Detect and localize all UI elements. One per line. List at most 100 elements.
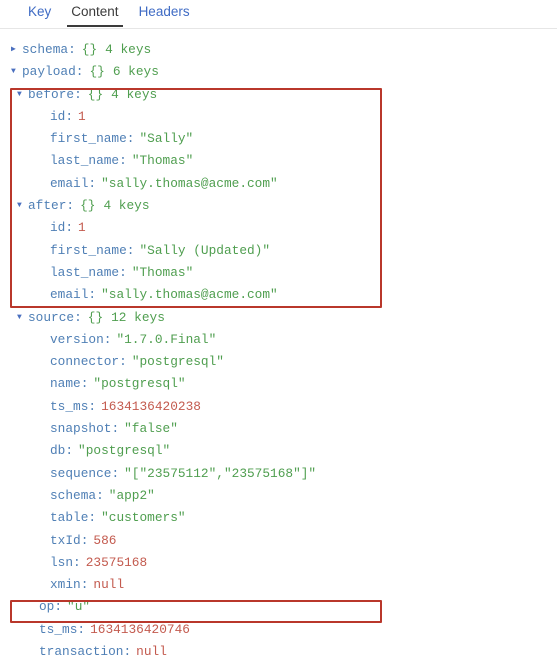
- json-object-braces: {}: [80, 198, 96, 214]
- json-row: txId:586: [0, 530, 557, 552]
- json-value: "u": [67, 599, 91, 615]
- json-value: "Sally (Updated)": [139, 242, 271, 258]
- json-object-braces: {}: [89, 64, 105, 80]
- json-key: after: [28, 198, 67, 214]
- json-row: db: "postgresql": [0, 440, 557, 462]
- arrow-spacer: [39, 158, 48, 166]
- json-key: id: [50, 220, 66, 236]
- json-value: "Thomas": [131, 264, 194, 280]
- json-value: null: [136, 644, 167, 660]
- json-row[interactable]: ▶ schema: {} 4 keys: [0, 39, 557, 61]
- arrow-spacer: [39, 470, 48, 478]
- json-colon: :: [111, 465, 120, 481]
- json-row: op: "u": [0, 596, 557, 618]
- json-row: xmin: null: [0, 574, 557, 596]
- json-value: 586: [93, 532, 117, 548]
- json-colon: :: [65, 220, 74, 236]
- json-value: "postgresql": [131, 354, 224, 370]
- json-colon: :: [119, 354, 127, 370]
- json-value: 1634136420746: [90, 621, 190, 637]
- json-key: email: [50, 175, 89, 191]
- json-colon: :: [80, 532, 89, 548]
- json-row: email: "sally.thomas@acme.com": [0, 173, 557, 195]
- json-colon: :: [65, 108, 74, 124]
- json-value: 1634136420238: [101, 398, 201, 414]
- json-row[interactable]: ▼ after: {} 4 keys: [0, 195, 557, 217]
- chevron-right-icon[interactable]: ▶: [11, 46, 20, 54]
- json-key: db: [50, 443, 66, 459]
- json-key: before: [28, 86, 75, 102]
- json-key-count: 6 keys: [112, 64, 159, 80]
- json-row: connector: "postgresql": [0, 351, 557, 373]
- json-row: snapshot: "false": [0, 418, 557, 440]
- arrow-spacer: [39, 514, 48, 522]
- json-key: first_name: [50, 131, 127, 147]
- arrow-spacer: [39, 113, 48, 121]
- json-colon: :: [77, 621, 86, 637]
- tab-headers[interactable]: Headers: [129, 0, 200, 27]
- json-key: connector: [50, 354, 120, 370]
- json-row: id:1: [0, 217, 557, 239]
- json-row: transaction: null: [0, 641, 557, 663]
- json-colon: :: [74, 309, 82, 325]
- arrow-spacer: [39, 269, 48, 277]
- arrow-spacer: [39, 180, 48, 188]
- json-colon: :: [103, 331, 112, 347]
- json-colon: :: [80, 577, 89, 593]
- tab-content[interactable]: Content: [61, 0, 128, 27]
- json-key: version: [50, 331, 104, 347]
- json-value: "postgresql": [78, 443, 171, 459]
- arrow-spacer: [39, 225, 48, 233]
- arrow-spacer: [28, 648, 37, 656]
- json-value: "1.7.0.Final": [116, 331, 217, 347]
- json-row: schema: "app2": [0, 485, 557, 507]
- json-key: schema: [22, 42, 69, 57]
- chevron-down-icon[interactable]: ▼: [11, 68, 20, 76]
- json-key-count: 4 keys: [105, 42, 152, 57]
- json-row: last_name: "Thomas": [0, 262, 557, 284]
- json-row[interactable]: ▼ before: {} 4 keys: [0, 84, 557, 106]
- json-key: name: [50, 376, 81, 392]
- json-colon: :: [88, 510, 97, 526]
- json-key: last_name: [50, 264, 120, 280]
- json-key-count: 4 keys: [111, 86, 158, 102]
- json-row: first_name: "Sally": [0, 128, 557, 150]
- json-colon: :: [65, 443, 74, 459]
- chevron-down-icon[interactable]: ▼: [17, 313, 26, 322]
- arrow-spacer: [39, 537, 48, 545]
- chevron-down-icon[interactable]: ▼: [17, 90, 26, 99]
- arrow-spacer: [39, 559, 48, 567]
- arrow-spacer: [39, 403, 48, 411]
- json-row: ts_ms:1634136420746: [0, 619, 557, 641]
- json-key: xmin: [50, 577, 81, 593]
- json-colon: :: [88, 398, 97, 414]
- json-object-braces: {}: [81, 42, 98, 57]
- json-key: snapshot: [50, 421, 112, 437]
- json-value: "false": [124, 421, 178, 437]
- arrow-spacer: [39, 247, 48, 255]
- json-row[interactable]: ▼ source: {} 12 keys: [0, 307, 557, 329]
- arrow-spacer: [39, 336, 48, 344]
- json-colon: :: [88, 287, 97, 303]
- tab-key[interactable]: Key: [18, 0, 61, 27]
- json-object-braces: {}: [87, 309, 104, 325]
- arrow-spacer: [39, 135, 48, 143]
- json-value: "["23575112","23575168"]": [124, 465, 317, 481]
- json-key: ts_ms: [39, 621, 78, 637]
- json-colon: :: [96, 487, 104, 503]
- json-colon: :: [123, 644, 132, 660]
- json-colon: :: [66, 198, 75, 214]
- chevron-down-icon[interactable]: ▼: [17, 202, 26, 210]
- json-colon: :: [119, 264, 127, 280]
- json-key: txId: [50, 532, 81, 548]
- arrow-spacer: [39, 358, 48, 366]
- json-object-braces: {}: [87, 86, 104, 102]
- json-value: "Sally": [139, 131, 194, 147]
- json-tree-viewer: ▶ schema:{} 4 keys ▼ payload:{} 6 keys ▼ before…: [0, 29, 557, 663]
- json-row[interactable]: ▼ payload: {} 6 keys: [0, 61, 557, 83]
- arrow-spacer: [28, 626, 37, 634]
- json-key: op: [39, 599, 55, 615]
- json-key: source: [28, 309, 75, 325]
- arrow-spacer: [39, 492, 48, 500]
- json-value: 23575168: [85, 554, 148, 570]
